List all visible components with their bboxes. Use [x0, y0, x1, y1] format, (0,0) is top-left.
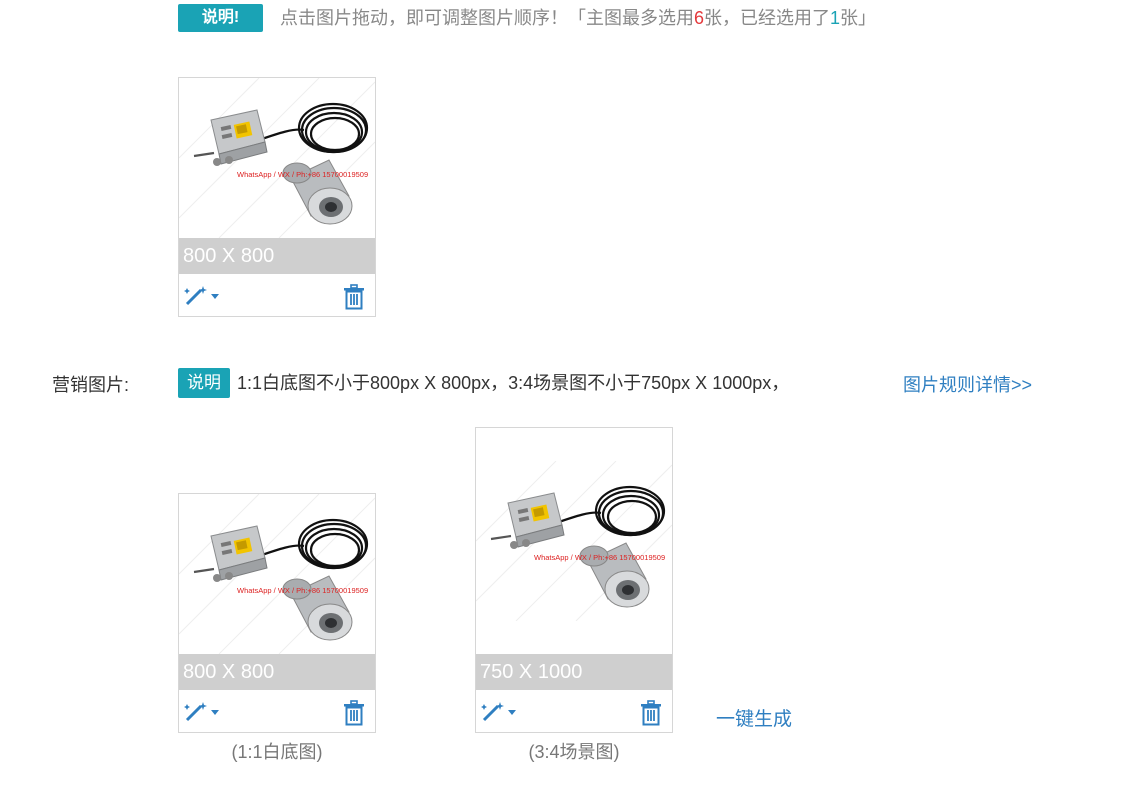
- max-count: 6: [694, 8, 705, 28]
- marketing-image-card-square[interactable]: WhatsApp / WX / Ph:+86 15700019509 800 X…: [178, 493, 376, 733]
- hint-middle: 张，已经选用了: [704, 8, 831, 28]
- hint-prefix: 点击图片拖动，即可调整图片顺序！「主图最多选用: [280, 8, 694, 28]
- image-dimensions: 800 X 800: [179, 238, 375, 274]
- image-toolbar: [179, 276, 375, 316]
- product-image[interactable]: WhatsApp / WX / Ph:+86 15700019509: [179, 494, 375, 654]
- product-watermark-text: WhatsApp / WX / Ph:+86 15700019509: [534, 553, 665, 562]
- portrait-image-caption: (3:4场景图): [528, 742, 620, 762]
- image-toolbar: [179, 692, 375, 732]
- image-dimensions: 800 X 800: [179, 654, 375, 690]
- trash-icon[interactable]: [343, 700, 365, 726]
- product-watermark-text: WhatsApp / WX / Ph:+86 15700019509: [237, 586, 368, 595]
- product-image[interactable]: WhatsApp / WX / Ph:+86 15700019509: [476, 428, 672, 654]
- magic-wand-icon[interactable]: [183, 700, 221, 724]
- image-dimensions: 750 X 1000: [476, 654, 672, 690]
- magic-wand-icon[interactable]: [183, 284, 221, 308]
- product-watermark-text: WhatsApp / WX / Ph:+86 15700019509: [237, 170, 368, 179]
- generate-button[interactable]: 一键生成: [716, 704, 792, 731]
- used-count: 1: [830, 8, 841, 28]
- product-image[interactable]: WhatsApp / WX / Ph:+86 15700019509: [179, 78, 375, 238]
- image-rules-link[interactable]: 图片规则详情>>: [903, 371, 1032, 397]
- square-image-caption: (1:1白底图): [231, 742, 323, 762]
- marketing-notice-badge: 说明: [178, 368, 230, 398]
- trash-icon[interactable]: [343, 284, 365, 310]
- image-toolbar: [476, 692, 672, 732]
- marketing-images-label: 营销图片:: [52, 375, 130, 395]
- trash-icon[interactable]: [640, 700, 662, 726]
- marketing-description: 1:1白底图不小于800px X 800px，3:4场景图不小于750px X …: [237, 373, 790, 393]
- magic-wand-icon[interactable]: [480, 700, 518, 724]
- reorder-hint: 点击图片拖动，即可调整图片顺序！「主图最多选用6张，已经选用了1张」: [280, 0, 876, 36]
- notice-badge: 说明!: [178, 4, 263, 32]
- marketing-image-card-portrait[interactable]: WhatsApp / WX / Ph:+86 15700019509 750 X…: [475, 427, 673, 733]
- main-image-card[interactable]: WhatsApp / WX / Ph:+86 15700019509 800 X…: [178, 77, 376, 317]
- hint-suffix: 张」: [840, 8, 877, 28]
